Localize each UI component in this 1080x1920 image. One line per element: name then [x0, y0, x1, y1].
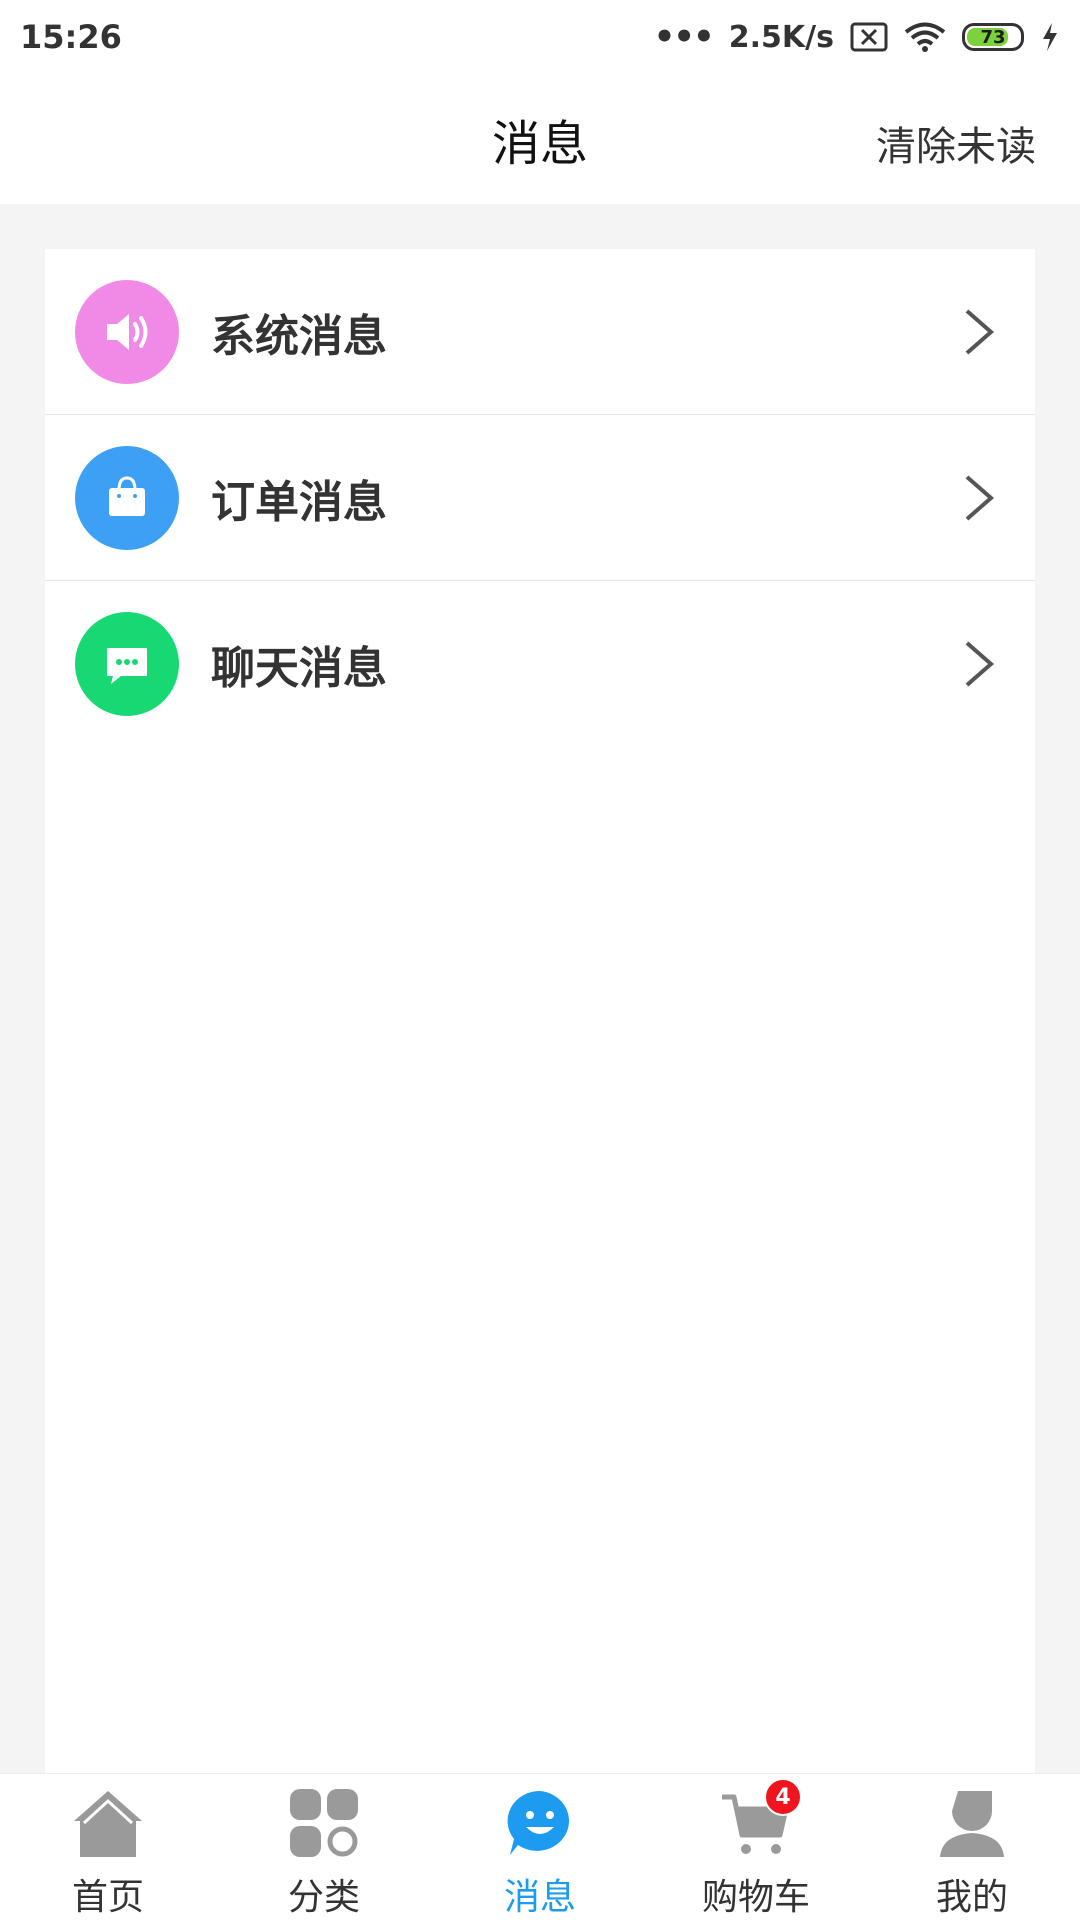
- chat-bubble-icon: [75, 612, 179, 716]
- tab-label: 我的: [935, 1877, 1008, 1918]
- message-row-order[interactable]: 订单消息: [45, 415, 1035, 581]
- chevron-right-icon: [959, 304, 999, 360]
- network-speed: 2.5K/s: [728, 19, 834, 55]
- wifi-icon: [904, 21, 946, 53]
- tab-label: 购物车: [701, 1877, 810, 1918]
- message-row-chat[interactable]: 聊天消息: [45, 581, 1035, 747]
- tab-cart[interactable]: 4 购物车: [648, 1774, 864, 1920]
- clear-unread-button[interactable]: 清除未读: [876, 114, 1036, 172]
- status-time: 15:26: [20, 18, 122, 56]
- header: 消息 清除未读: [0, 74, 1080, 204]
- tab-home[interactable]: 首页: [0, 1774, 216, 1920]
- status-right: ••• 2.5K/s 73: [654, 17, 1060, 57]
- cart-badge: 4: [764, 1778, 802, 1816]
- tab-label: 分类: [287, 1877, 360, 1918]
- tab-messages[interactable]: 消息: [432, 1774, 648, 1920]
- bottom-tab-bar: 首页 分类 消息 4 购物车 我的: [0, 1773, 1080, 1920]
- chevron-right-icon: [959, 470, 999, 526]
- user-icon: [932, 1784, 1012, 1862]
- message-row-system[interactable]: 系统消息: [45, 249, 1035, 415]
- sim-off-icon: [850, 22, 888, 52]
- cart-icon: 4: [716, 1778, 802, 1862]
- status-dots: •••: [653, 17, 715, 57]
- tab-label: 消息: [503, 1877, 576, 1918]
- tab-label: 首页: [71, 1877, 144, 1918]
- shopping-bag-icon: [75, 445, 179, 550]
- status-bar: 15:26 ••• 2.5K/s 73: [0, 0, 1080, 74]
- tab-category[interactable]: 分类: [216, 1774, 432, 1920]
- home-icon: [68, 1784, 148, 1862]
- speaker-icon: [75, 279, 179, 384]
- message-row-label: 订单消息: [211, 476, 387, 528]
- message-list: 系统消息 订单消息 聊天消息: [45, 249, 1035, 1773]
- message-row-label: 聊天消息: [211, 643, 387, 694]
- battery-level: 73: [980, 26, 1006, 48]
- message-row-label: 系统消息: [211, 310, 387, 362]
- battery-icon: 73: [962, 23, 1024, 51]
- charging-icon: [1040, 21, 1060, 53]
- category-icon: [284, 1784, 364, 1862]
- message-smile-icon: [500, 1784, 580, 1862]
- chevron-right-icon: [959, 636, 999, 692]
- tab-profile[interactable]: 我的: [864, 1774, 1080, 1920]
